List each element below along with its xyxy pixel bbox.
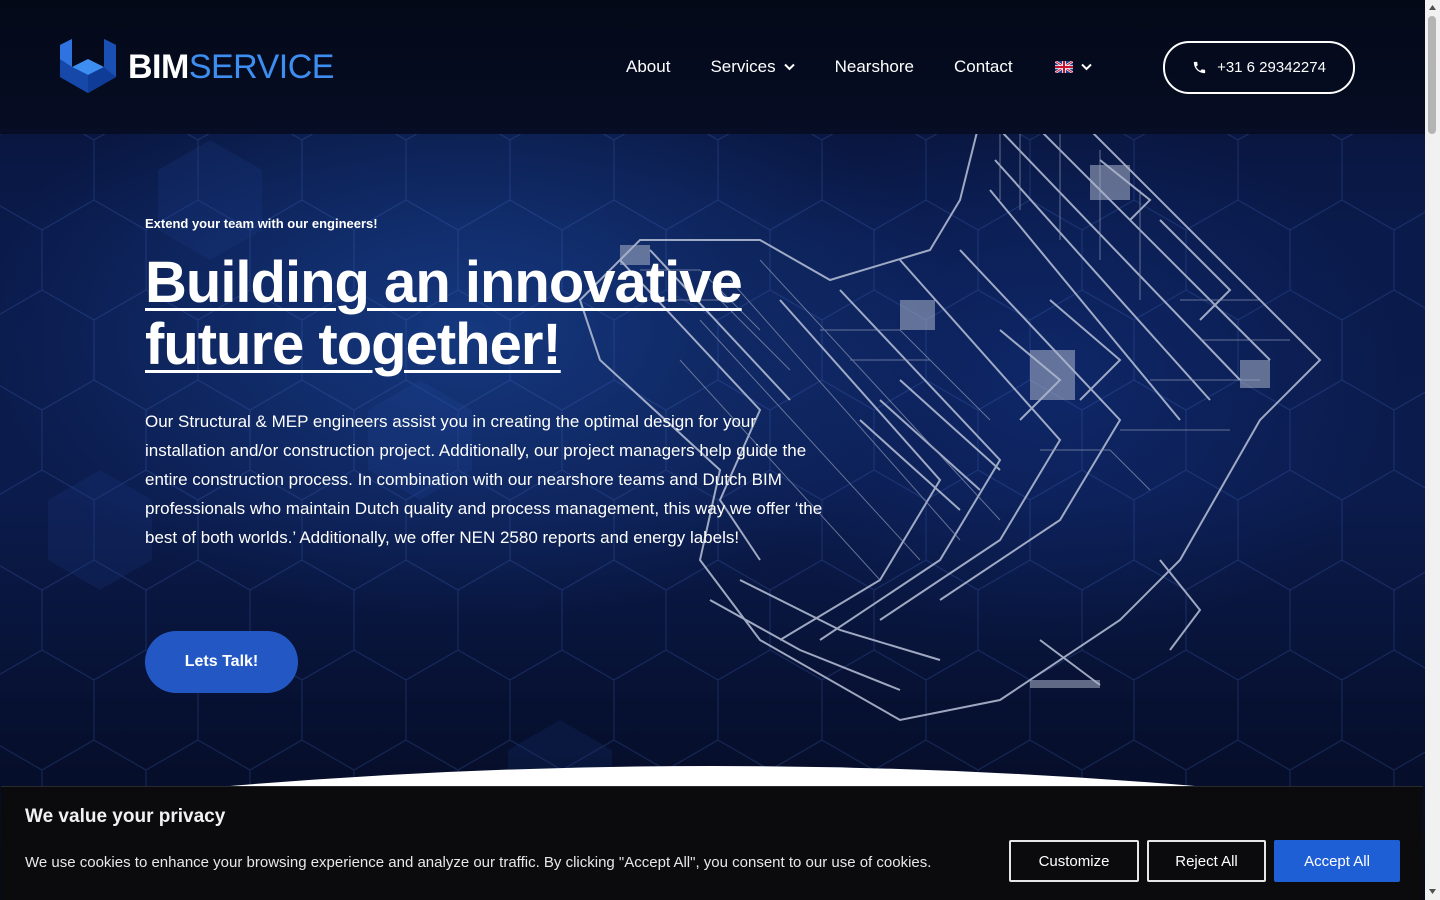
hero-eyebrow: Extend your team with our engineers! [145, 216, 378, 231]
phone-button[interactable]: +31 6 29342274 [1163, 41, 1355, 94]
nav-contact-label: Contact [954, 57, 1013, 76]
cookie-text: We use cookies to enhance your browsing … [25, 854, 932, 871]
chevron-down-icon [1080, 63, 1092, 71]
chevron-down-icon [783, 63, 795, 71]
scrollbar-thumb[interactable] [1428, 16, 1436, 134]
site-header: BIMSERVICE About Services Nearshore Cont… [0, 0, 1425, 134]
accept-all-button[interactable]: Accept All [1274, 840, 1400, 882]
hero-description: Our Structural & MEP engineers assist yo… [145, 412, 823, 547]
nav-about-label: About [626, 57, 671, 76]
uk-flag-icon [1054, 61, 1073, 73]
logo[interactable]: BIMSERVICE [58, 37, 334, 97]
reject-all-button[interactable]: Reject All [1147, 840, 1266, 882]
customize-button[interactable]: Customize [1009, 840, 1139, 882]
logo-text-service: SERVICE [188, 47, 335, 86]
nav-contact[interactable]: Contact [954, 57, 1013, 77]
cookie-title: We value your privacy [25, 806, 226, 827]
page: BIMSERVICE About Services Nearshore Cont… [0, 0, 1425, 900]
lets-talk-button[interactable]: Lets Talk! [145, 631, 298, 693]
nav-services[interactable]: Services [710, 57, 795, 77]
phone-icon [1193, 61, 1206, 74]
cookie-banner: We value your privacy We use cookies to … [1, 786, 1423, 900]
language-switcher[interactable] [1054, 61, 1092, 73]
nav-nearshore[interactable]: Nearshore [835, 57, 914, 77]
logo-text-bim: BIM [128, 47, 189, 86]
hero-headline[interactable]: Building an innovative future together! [145, 252, 865, 376]
scroll-up-arrow-icon[interactable] [1428, 3, 1437, 12]
nav-about[interactable]: About [626, 57, 670, 77]
logo-cube-icon [60, 39, 116, 93]
logo-text: BIMSERVICE [128, 48, 334, 87]
nav-nearshore-label: Nearshore [834, 57, 914, 76]
nav-services-label: Services [710, 57, 776, 76]
main-nav: About Services Nearshore Contact [626, 56, 1092, 78]
scroll-down-arrow-icon[interactable] [1428, 887, 1437, 896]
phone-number: +31 6 29342274 [1217, 59, 1326, 76]
scrollbar[interactable] [1425, 0, 1440, 900]
